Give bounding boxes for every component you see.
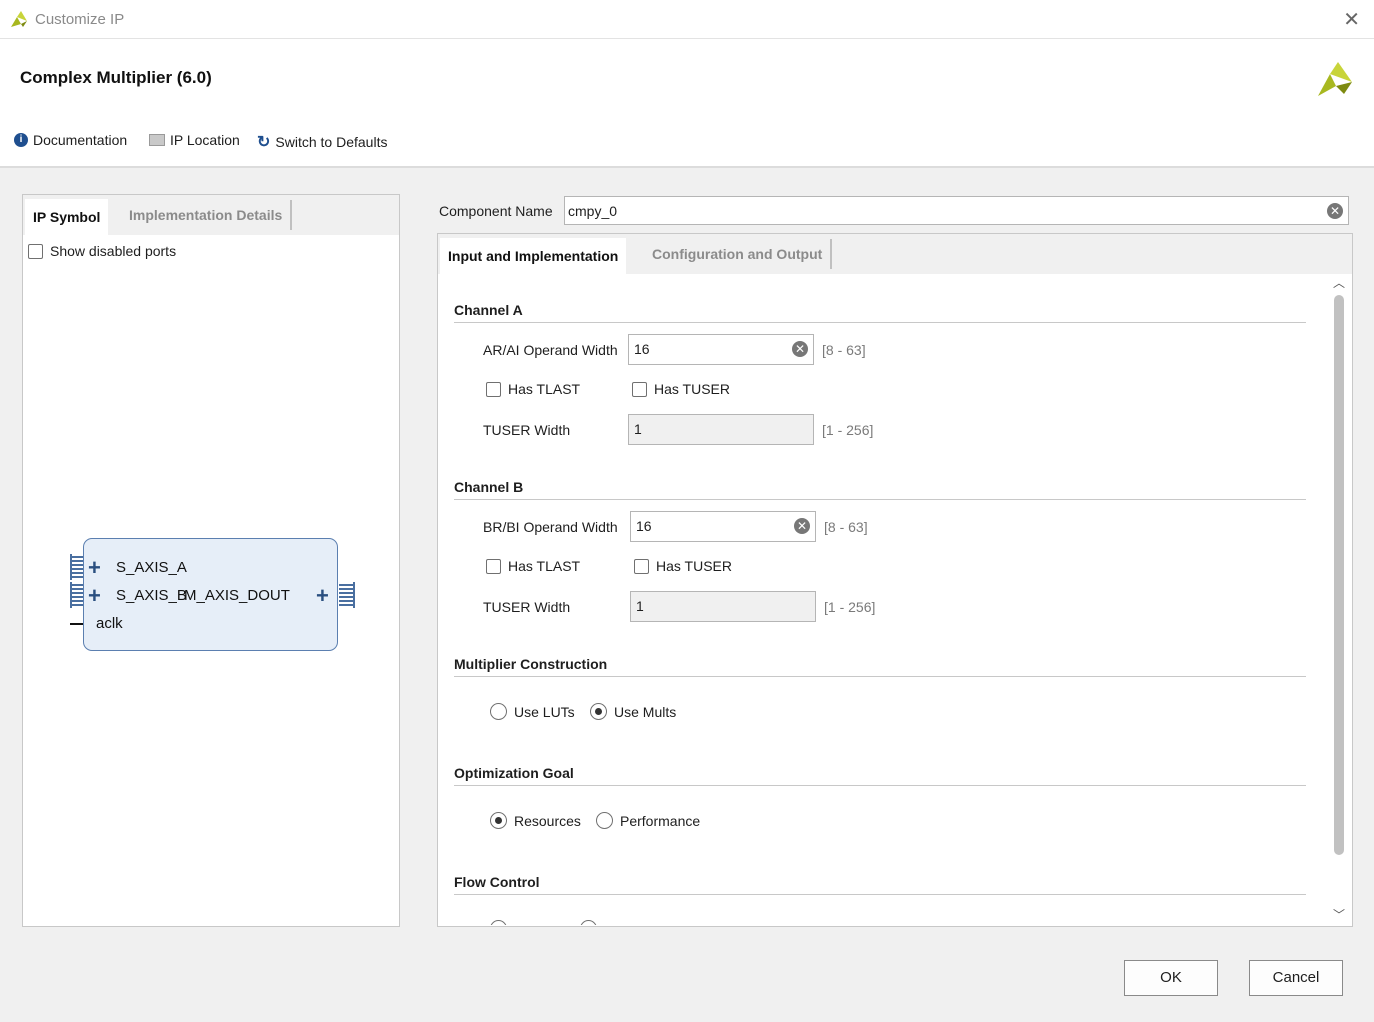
resources-radio[interactable]	[490, 812, 507, 829]
performance-option[interactable]: Performance	[596, 812, 700, 829]
divider	[454, 785, 1306, 786]
use-luts-radio[interactable]	[490, 703, 507, 720]
clear-icon[interactable]: ✕	[794, 518, 810, 534]
channel-b-tuser-checkbox[interactable]	[634, 558, 649, 574]
use-luts-label: Use LUTs	[514, 703, 575, 720]
close-icon[interactable]: ✕	[1343, 7, 1360, 32]
clear-icon[interactable]: ✕	[1327, 203, 1343, 219]
divider	[454, 894, 1306, 895]
mult-construction-title: Multiplier Construction	[454, 656, 608, 672]
channel-a-tlast-label: Has TLAST	[508, 381, 581, 397]
ok-button[interactable]: OK	[1124, 960, 1218, 996]
tab-configuration-output[interactable]: Configuration and Output	[644, 239, 833, 269]
right-tab-strip: Input and Implementation Configuration a…	[438, 234, 1352, 274]
port-m-axis-dout: M_AXIS_DOUT	[184, 587, 290, 604]
channel-b-tuser-width-label: TUSER Width	[483, 599, 571, 615]
expand-port-a-icon[interactable]: +	[88, 557, 101, 579]
use-luts-option[interactable]: Use LUTs	[490, 703, 575, 720]
performance-radio[interactable]	[596, 812, 613, 829]
info-icon: i	[14, 133, 28, 147]
scroll-up-icon[interactable]: ︿	[1333, 274, 1345, 291]
header: Complex Multiplier (6.0) i Documentation…	[0, 39, 1374, 168]
channel-a-tuser-width-input: 1	[628, 414, 814, 445]
channel-b-title: Channel B	[454, 479, 524, 495]
tab-input-implementation[interactable]: Input and Implementation	[440, 238, 627, 274]
channel-a-tuser-width-label: TUSER Width	[483, 422, 571, 438]
expand-port-out-icon[interactable]: +	[316, 585, 329, 607]
switch-defaults-button[interactable]: ↻ Switch to Defaults	[257, 132, 387, 152]
tab-implementation-details[interactable]: Implementation Details	[121, 200, 293, 230]
port-aclk: aclk	[96, 615, 123, 632]
ar-ai-width-value: 16	[634, 341, 650, 357]
channel-b-tlast-label: Has TLAST	[508, 558, 581, 574]
divider	[454, 322, 1306, 323]
scrollbar-thumb[interactable]	[1334, 295, 1344, 855]
xilinx-logo-icon	[11, 11, 27, 27]
show-disabled-ports-checkbox[interactable]	[28, 243, 43, 259]
ip-location-label: IP Location	[170, 132, 240, 148]
use-mults-label: Use Mults	[614, 703, 677, 720]
left-tab-strip: IP Symbol Implementation Details	[23, 195, 399, 235]
title-bar: Customize IP ✕	[0, 0, 1374, 39]
scroll-down-icon[interactable]: ﹀	[1333, 906, 1345, 923]
resources-label: Resources	[514, 812, 581, 829]
br-bi-width-value: 16	[636, 518, 652, 534]
channel-b-tuser-label: Has TUSER	[656, 558, 732, 574]
clear-icon[interactable]: ✕	[792, 341, 808, 357]
switch-defaults-label: Switch to Defaults	[275, 134, 388, 150]
divider	[454, 499, 1306, 500]
cancel-button[interactable]: Cancel	[1249, 960, 1343, 996]
refresh-icon: ↻	[257, 134, 271, 151]
flow-control-title: Flow Control	[454, 874, 540, 890]
ar-ai-width-label: AR/AI Operand Width	[483, 342, 618, 358]
divider	[454, 676, 1306, 677]
use-mults-radio[interactable]	[590, 703, 607, 720]
xilinx-logo-icon	[1318, 62, 1352, 96]
expand-port-b-icon[interactable]: +	[88, 585, 101, 607]
port-s-axis-b: S_AXIS_B	[116, 587, 187, 604]
documentation-label: Documentation	[33, 132, 128, 148]
channel-a-tlast[interactable]: Has TLAST	[486, 381, 580, 397]
documentation-button[interactable]: i Documentation	[14, 132, 127, 148]
br-bi-width-label: BR/BI Operand Width	[483, 519, 618, 535]
flow-control-radio-2[interactable]	[580, 920, 598, 925]
optimization-goal-title: Optimization Goal	[454, 765, 574, 781]
ip-block: + S_AXIS_A + S_AXIS_B M_AXIS_DOUT + aclk	[83, 538, 338, 651]
channel-a-tuser-width-value: 1	[634, 421, 642, 437]
br-bi-width-range: [8 - 63]	[824, 519, 868, 535]
use-mults-option[interactable]: Use Mults	[590, 703, 676, 720]
channel-b-tuser[interactable]: Has TUSER	[634, 558, 732, 574]
page-title: Complex Multiplier (6.0)	[20, 68, 212, 87]
channel-a-tuser-width-range: [1 - 256]	[822, 422, 874, 438]
window-title: Customize IP	[35, 11, 125, 28]
flow-control-radio-1[interactable]	[490, 920, 508, 925]
component-name-value: cmpy_0	[568, 203, 618, 219]
component-name-field[interactable]: cmpy_0 ✕	[564, 196, 1349, 225]
channel-b-tuser-width-range: [1 - 256]	[824, 599, 876, 615]
ip-location-button[interactable]: IP Location	[149, 132, 240, 148]
channel-a-tuser-label: Has TUSER	[654, 381, 730, 397]
channel-b-tuser-width-value: 1	[636, 598, 644, 614]
channel-a-title: Channel A	[454, 302, 523, 318]
performance-label: Performance	[620, 812, 701, 829]
channel-b-tlast[interactable]: Has TLAST	[486, 558, 580, 574]
ar-ai-width-range: [8 - 63]	[822, 342, 866, 358]
channel-a-tlast-checkbox[interactable]	[486, 381, 501, 397]
br-bi-width-input[interactable]: 16 ✕	[630, 511, 816, 542]
port-s-axis-a: S_AXIS_A	[116, 559, 187, 576]
show-disabled-ports[interactable]: Show disabled ports	[28, 243, 176, 259]
channel-a-tuser[interactable]: Has TUSER	[632, 381, 730, 397]
resources-option[interactable]: Resources	[490, 812, 581, 829]
ar-ai-width-input[interactable]: 16 ✕	[628, 334, 814, 365]
component-name-label: Component Name	[439, 203, 553, 219]
folder-icon	[149, 134, 165, 146]
channel-b-tlast-checkbox[interactable]	[486, 558, 501, 574]
channel-a-tuser-checkbox[interactable]	[632, 381, 647, 397]
channel-b-tuser-width-input: 1	[630, 591, 816, 622]
bus-port-out-icon	[339, 582, 355, 608]
show-disabled-ports-label: Show disabled ports	[50, 243, 177, 259]
tab-ip-symbol[interactable]: IP Symbol	[25, 199, 109, 235]
clock-pin-icon	[70, 623, 83, 625]
